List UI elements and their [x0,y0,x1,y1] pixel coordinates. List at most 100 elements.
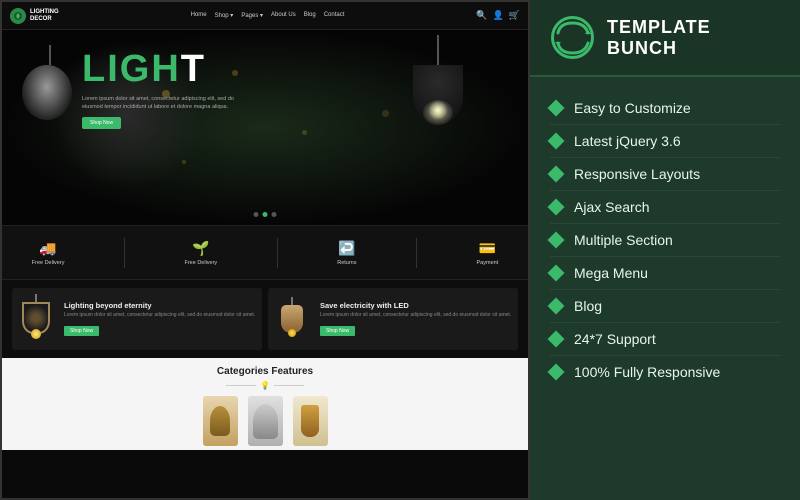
nav-contact[interactable]: Contact [324,12,345,19]
product-card-1-desc: Lorem ipsum dolor sit amet, consectetur … [64,312,256,319]
brand-name-text: LIGHTING DECOR [30,9,59,22]
product-card-1: Lighting beyond eternity Lorem ipsum dol… [12,288,262,350]
feature-row-9: 100% Fully Responsive [550,356,780,388]
feature-row-5: Multiple Section [550,224,780,257]
lamp-thumb-1[interactable] [203,396,238,446]
divider-line-right [274,385,304,386]
feature-label-4: Payment [477,260,499,266]
website-preview: LIGHTING DECOR Home Shop ▾ Pages ▾ About… [0,0,530,500]
categories-divider: 💡 [12,381,518,390]
pendant-lamp [408,35,468,135]
product-card-1-button[interactable]: Shop Now [64,326,99,336]
diamond-icon-6 [548,265,565,282]
feature-text-3: Responsive Layouts [574,166,700,182]
nav-pages[interactable]: Pages ▾ [241,12,263,19]
feature-text-7: Blog [574,298,602,314]
dot-2[interactable] [263,212,268,217]
features-bar: 🚚 Free Delivery 🌱 Free Delivery ↩️ Retur… [2,225,528,280]
navbar: LIGHTING DECOR Home Shop ▾ Pages ▾ About… [2,2,528,30]
dot-1[interactable] [254,212,259,217]
hero-title-white: T [181,48,206,90]
feature-text-5: Multiple Section [574,232,673,248]
dot-3[interactable] [272,212,277,217]
lamp-thumb-3[interactable] [293,396,328,446]
nav-blog[interactable]: Blog [304,12,316,19]
search-icon[interactable]: 🔍 [476,10,487,21]
feature-text-9: 100% Fully Responsive [574,364,720,380]
return-icon: ↩️ [338,240,355,257]
navbar-brand: LIGHTING DECOR [10,8,59,24]
feature-row-6: Mega Menu [550,257,780,290]
product-card-2-image [274,294,314,344]
chandelier-lamp [22,45,77,135]
divider-1 [124,238,125,268]
feature-text-4: Ajax Search [574,199,649,215]
feature-label-3: Returns [337,260,356,266]
brand-text-group: TEMPLATE BUNCH [607,17,780,59]
feature-row-1: Easy to Customize [550,92,780,125]
nav-shop[interactable]: Shop ▾ [215,12,234,19]
feature-label-1: Free Delivery [32,260,65,266]
feature-row-2: Latest jQuery 3.6 [550,125,780,158]
cart-icon[interactable]: 🛒 [509,10,520,21]
user-icon[interactable]: 👤 [493,10,504,21]
nav-icons: 🔍 👤 🛒 [476,10,520,21]
categories-section: Categories Features 💡 [2,358,528,450]
feature-row-7: Blog [550,290,780,323]
product-card-1-image [18,294,58,344]
hero-section: LIGHT Lorem ipsum dolor sit amet, consec… [2,30,528,225]
nav-home[interactable]: Home [191,12,207,19]
divider-2 [277,238,278,268]
feature-text-2: Latest jQuery 3.6 [574,133,681,149]
feature-text-8: 24*7 Support [574,331,656,347]
feature-payment: 💳 Payment [477,240,499,266]
nav-links: Home Shop ▾ Pages ▾ About Us Blog Contac… [191,12,345,19]
product-card-2-button[interactable]: Shop Now [320,326,355,336]
divider-line-left [226,385,256,386]
lamp-shade [413,65,463,125]
categories-title: Categories Features [12,366,518,377]
product-card-1-title: Lighting beyond eternity [64,301,256,310]
feature-row-4: Ajax Search [550,191,780,224]
brand-icon [10,8,26,24]
brand-name: TEMPLATE BUNCH [607,17,780,59]
hero-dots [254,212,277,217]
diamond-icon-3 [548,166,565,183]
diamond-icon-8 [548,331,565,348]
feature-returns: ↩️ Returns [337,240,356,266]
feature-row-3: Responsive Layouts [550,158,780,191]
product-card-2-desc: Lorem ipsum dolor sit amet, consectetur … [320,312,512,319]
product-card-2-title: Save electricity with LED [320,301,512,310]
hero-title-green: LIGH [82,48,181,90]
hero-shop-now-button[interactable]: Shop Now [82,117,121,129]
diamond-icon-4 [548,199,565,216]
diamond-icon-2 [548,133,565,150]
truck-icon: 🚚 [39,240,56,257]
lamp-cord [437,35,439,65]
product-card-2-info: Save electricity with LED Lorem ipsum do… [320,301,512,337]
feature-row-8: 24*7 Support [550,323,780,356]
lamp-thumbnails [12,396,518,446]
diamond-icon-5 [548,232,565,249]
hero-subtitle: Lorem ipsum dolor sit amet, consectetur … [82,96,242,111]
nav-about[interactable]: About Us [271,12,296,19]
hero-title: LIGHT [82,50,242,88]
product-cards-section: Lighting beyond eternity Lorem ipsum dol… [2,280,528,358]
diamond-icon-9 [548,364,565,381]
brand-header: TEMPLATE BUNCH [530,0,800,77]
diamond-icon-1 [548,100,565,117]
leaf-icon: 🌱 [192,240,209,257]
feature-text-1: Easy to Customize [574,100,691,116]
product-card-1-info: Lighting beyond eternity Lorem ipsum dol… [64,301,256,337]
right-panel: TEMPLATE BUNCH Easy to Customize Latest … [530,0,800,500]
template-bunch-logo [550,15,595,60]
feature-free-delivery-2: 🌱 Free Delivery [184,240,217,266]
hero-content: LIGHT Lorem ipsum dolor sit amet, consec… [82,50,242,129]
feature-label-2: Free Delivery [184,260,217,266]
payment-icon: 💳 [479,240,496,257]
lamp-thumb-2[interactable] [248,396,283,446]
divider-lamp-icon: 💡 [260,381,270,390]
diamond-icon-7 [548,298,565,315]
divider-3 [416,238,417,268]
feature-text-6: Mega Menu [574,265,648,281]
